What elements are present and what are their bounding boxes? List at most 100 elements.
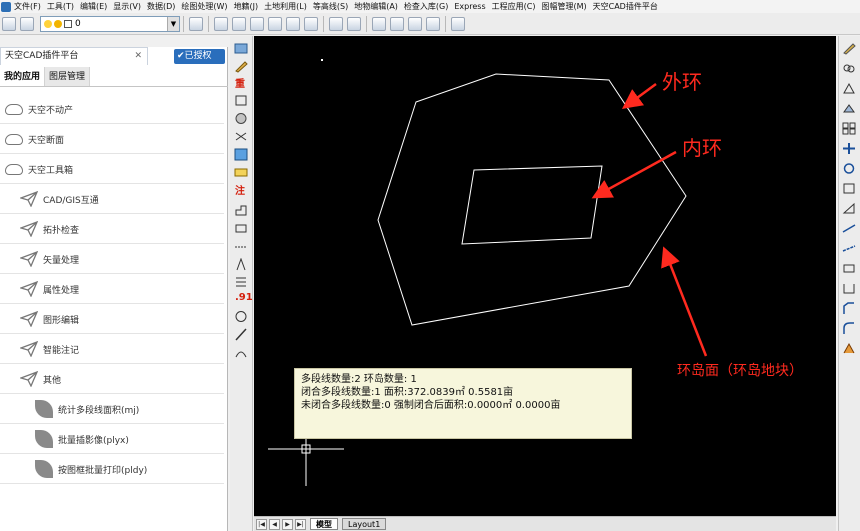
tree-item[interactable]: 属性处理 [0, 275, 224, 304]
tree-item-label: CAD/GIS互通 [43, 195, 99, 206]
gear-icon[interactable] [234, 112, 248, 125]
offset-icon[interactable] [842, 102, 856, 115]
tower-icon[interactable] [234, 258, 248, 271]
copy-icon[interactable] [842, 62, 856, 75]
small-point-marker [321, 59, 323, 61]
vs-label-zhong[interactable]: 重 [235, 75, 245, 90]
leaf-icon [35, 400, 53, 418]
tree-item[interactable]: 天空工具箱 [0, 155, 224, 184]
pencil-icon[interactable] [214, 16, 228, 31]
edit-tool-icon[interactable] [232, 16, 246, 31]
zoom-in-icon[interactable] [268, 16, 282, 31]
last-tab-button[interactable]: ▶| [295, 518, 306, 530]
toolbar-separator [323, 15, 324, 32]
chevron-down-icon[interactable]: ▼ [167, 16, 179, 31]
move-icon[interactable] [390, 16, 404, 31]
tree-item[interactable]: 拓扑检查 [0, 215, 224, 244]
vs-label-91[interactable]: .91 [235, 292, 253, 303]
zoom-window-icon[interactable] [304, 16, 318, 31]
explode-icon[interactable] [842, 342, 856, 355]
tree-item[interactable]: 批量插影像(plyx) [0, 425, 224, 454]
menu-engineering[interactable]: 工程应用(C) [492, 1, 536, 12]
tab-layer-management[interactable]: 图层管理 [45, 67, 91, 86]
tree-item[interactable]: 图形编辑 [0, 305, 224, 334]
trim-icon[interactable] [408, 16, 422, 31]
scale-icon[interactable] [842, 182, 856, 195]
menu-cadastre[interactable]: 地籍(J) [234, 1, 259, 12]
menu-draw[interactable]: 绘图处理(W) [181, 1, 227, 12]
stretch-icon[interactable] [842, 202, 856, 215]
menubar: 文件(F) 工具(T) 编辑(E) 显示(V) 数据(D) 绘图处理(W) 地籍… [0, 0, 860, 13]
pen-icon[interactable] [234, 60, 248, 73]
zoom-out-icon[interactable] [286, 16, 300, 31]
tree-item[interactable]: 天空不动产 [0, 95, 224, 124]
tree-item[interactable]: 统计多段线面积(mj) [0, 395, 224, 424]
circle-icon[interactable] [234, 310, 248, 323]
menu-plugin[interactable]: 天空CAD插件平台 [593, 1, 658, 12]
vs-label-zhu[interactable]: 注 [235, 182, 245, 197]
menu-data[interactable]: 数据(D) [147, 1, 175, 12]
layer-state-icon[interactable] [20, 16, 34, 31]
drawing-canvas[interactable]: 外环 内环 环岛面（环岛地块） 多段线数量:2 环岛数量: 1 闭合多段线数量:… [254, 36, 836, 516]
match-layer-icon[interactable] [189, 16, 203, 31]
help-icon[interactable] [451, 16, 465, 31]
mirror-icon[interactable] [842, 82, 856, 95]
tab-model[interactable]: 模型 [310, 518, 338, 530]
panel-tab[interactable]: 天空CAD插件平台 ✕ [0, 47, 148, 65]
layer-combo[interactable]: 0 ▼ [40, 15, 180, 32]
chamfer-icon[interactable] [842, 302, 856, 315]
ruler-icon[interactable] [372, 16, 386, 31]
rectangle-icon[interactable] [234, 222, 248, 235]
trim-icon[interactable] [842, 222, 856, 235]
dash-line-icon[interactable] [234, 240, 248, 253]
undo-icon[interactable] [329, 16, 343, 31]
menu-edit[interactable]: 编辑(E) [80, 1, 107, 12]
tree-item[interactable]: CAD/GIS互通 [0, 185, 224, 214]
menu-land-use[interactable]: 土地利用(L) [264, 1, 307, 12]
menu-express[interactable]: Express [454, 2, 485, 11]
line-icon[interactable] [234, 328, 248, 341]
fillet-icon[interactable] [842, 322, 856, 335]
tree-item[interactable]: 其他 [0, 365, 224, 394]
tab-layout1[interactable]: Layout1 [342, 518, 387, 530]
close-icon[interactable]: ✕ [134, 48, 142, 65]
menu-feature-edit[interactable]: 地物编辑(A) [354, 1, 398, 12]
menu-view[interactable]: 显示(V) [113, 1, 141, 12]
pencil-icon[interactable] [842, 42, 856, 55]
menu-file[interactable]: 文件(F) [14, 1, 41, 12]
menu-sheet[interactable]: 图幅管理(M) [541, 1, 586, 12]
number-icon[interactable] [234, 276, 248, 289]
menu-check[interactable]: 检查入库(G) [404, 1, 448, 12]
palette-icon[interactable] [234, 148, 248, 161]
tree-item[interactable]: 矢量处理 [0, 245, 224, 274]
rotate-icon[interactable] [842, 162, 856, 175]
tree-item[interactable]: 智能注记 [0, 335, 224, 364]
cloud-icon [5, 133, 23, 145]
join-icon[interactable] [842, 282, 856, 295]
next-tab-button[interactable]: ▶ [282, 518, 293, 530]
zoom-realtime-icon[interactable] [250, 16, 264, 31]
extend-icon[interactable] [426, 16, 440, 31]
prev-tab-button[interactable]: ◀ [269, 518, 280, 530]
array-icon[interactable] [842, 122, 856, 135]
cross-icon[interactable] [234, 130, 248, 143]
spline-icon[interactable] [234, 346, 248, 359]
node-icon[interactable] [234, 94, 248, 107]
app-icon[interactable] [1, 1, 11, 12]
break-icon[interactable] [842, 262, 856, 275]
move-icon[interactable] [842, 142, 856, 155]
tab-my-apps[interactable]: 我的应用 [0, 67, 46, 86]
menu-tools[interactable]: 工具(T) [47, 1, 74, 12]
layer-manager-icon[interactable] [2, 16, 16, 31]
tree-item-label: 天空不动产 [28, 105, 74, 116]
menu-contour[interactable]: 等高线(S) [313, 1, 348, 12]
tree-item-label: 图形编辑 [43, 315, 80, 326]
extend-icon[interactable] [842, 242, 856, 255]
tree-item[interactable]: 按图框批量打印(pldy) [0, 455, 224, 484]
tree-item[interactable]: 天空断面 [0, 125, 224, 154]
hatch-icon[interactable] [234, 166, 248, 179]
first-tab-button[interactable]: |◀ [256, 518, 267, 530]
redo-icon[interactable] [347, 16, 361, 31]
step-icon[interactable] [234, 204, 248, 217]
tag-icon[interactable] [234, 42, 248, 55]
